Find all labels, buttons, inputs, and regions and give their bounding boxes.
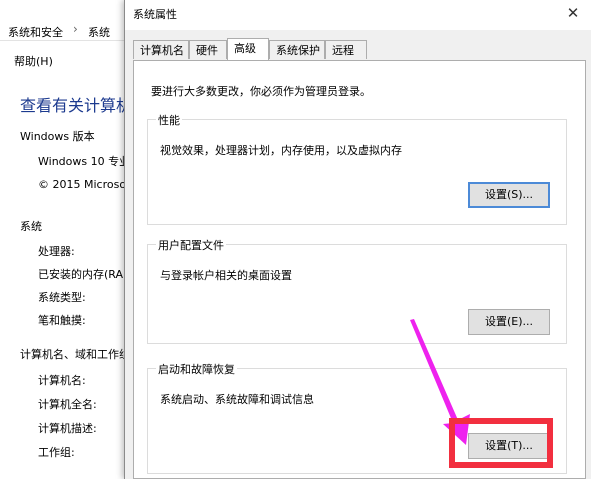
computer-row-workgroup: 工作组:: [38, 446, 75, 459]
group-legend-performance: 性能: [156, 112, 182, 128]
section-system: 系统: [20, 220, 42, 233]
breadcrumb-item-security[interactable]: 系统和安全: [8, 24, 63, 40]
admin-note: 要进行大多数更改，你必须作为管理员登录。: [151, 85, 371, 98]
system-row-pen: 笔和触摸:: [38, 314, 86, 327]
menu-bar: 帮助(H): [0, 48, 124, 72]
group-legend-startup-recovery: 启动和故障恢复: [156, 361, 237, 377]
copyright-value: © 2015 Microso: [38, 178, 124, 191]
background-window-content: 系统和安全 › 系统 帮助(H) 查看有关计算机 Windows 版本 Wind…: [0, 0, 124, 479]
system-properties-dialog: 系统属性 ✕ 计算机名 硬件 高级 系统保护 远程 要进行大多数更改，你必须作为…: [124, 0, 591, 479]
group-legend-user-profiles: 用户配置文件: [156, 237, 226, 253]
performance-settings-button[interactable]: 设置(S)...: [468, 182, 550, 208]
system-row-type: 系统类型:: [38, 291, 86, 304]
tab-remote[interactable]: 远程: [325, 40, 367, 59]
page-title: 查看有关计算机: [20, 96, 124, 115]
section-computer-name: 计算机名、域和工作组: [20, 348, 124, 361]
group-user-profiles: 用户配置文件 与登录帐户相关的桌面设置 设置(E)...: [147, 237, 567, 344]
startup-recovery-settings-button[interactable]: 设置(T)...: [468, 433, 550, 459]
tab-advanced[interactable]: 高级: [227, 38, 269, 60]
menu-help[interactable]: 帮助(H): [14, 53, 53, 69]
group-desc-user-profiles: 与登录帐户相关的桌面设置: [160, 269, 292, 282]
breadcrumb-separator-icon: ›: [73, 22, 78, 36]
computer-row-fullname: 计算机全名:: [38, 398, 97, 411]
breadcrumb-item-system[interactable]: 系统: [88, 24, 110, 40]
computer-row-description: 计算机描述:: [38, 422, 97, 435]
windows-edition-value: Windows 10 专业: [38, 155, 124, 168]
group-performance: 性能 视觉效果，处理器计划，内存使用，以及虚拟内存 设置(S)...: [147, 112, 567, 225]
group-desc-performance: 视觉效果，处理器计划，内存使用，以及虚拟内存: [160, 144, 402, 157]
section-windows-edition: Windows 版本: [20, 130, 95, 143]
group-startup-recovery: 启动和故障恢复 系统启动、系统故障和调试信息 设置(T)...: [147, 361, 567, 474]
system-row-processor: 处理器:: [38, 245, 75, 258]
system-row-ram: 已安装的内存(RAM: [38, 268, 124, 281]
dialog-title: 系统属性: [133, 8, 177, 21]
user-profiles-settings-button[interactable]: 设置(E)...: [468, 309, 550, 335]
breadcrumb: 系统和安全 › 系统: [0, 0, 124, 41]
tab-computer-name[interactable]: 计算机名: [133, 40, 189, 59]
computer-row-name: 计算机名:: [38, 374, 86, 387]
dialog-titlebar[interactable]: 系统属性 ✕: [125, 0, 591, 30]
tab-hardware[interactable]: 硬件: [189, 40, 227, 59]
close-icon[interactable]: ✕: [560, 2, 586, 24]
advanced-tab-panel: 要进行大多数更改，你必须作为管理员登录。 性能 视觉效果，处理器计划，内存使用，…: [133, 60, 586, 479]
tab-system-protection[interactable]: 系统保护: [269, 40, 325, 59]
group-desc-startup-recovery: 系统启动、系统故障和调试信息: [160, 393, 314, 406]
